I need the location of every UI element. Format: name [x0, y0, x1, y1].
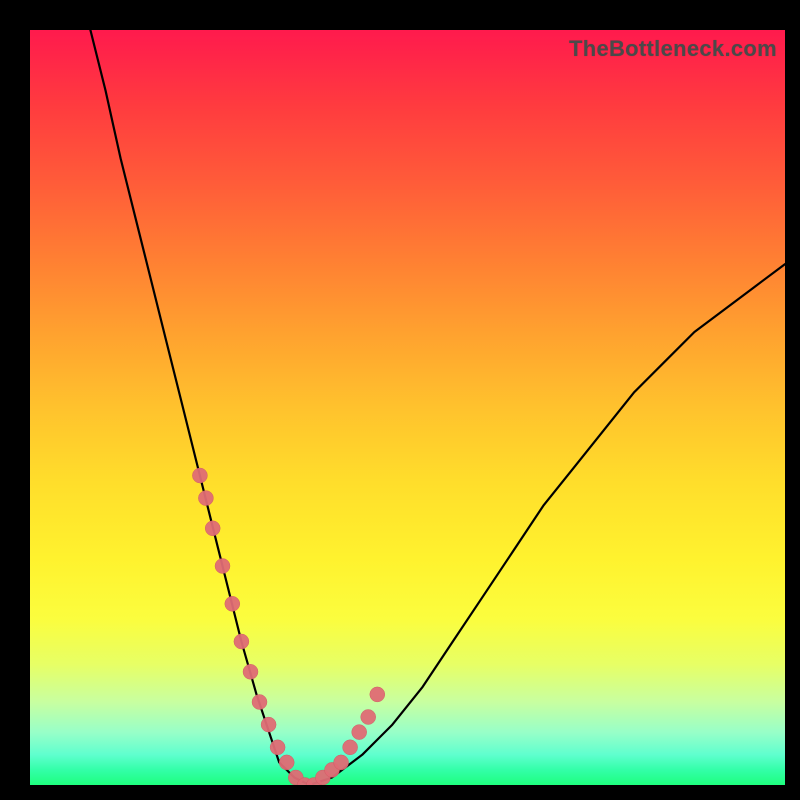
- curve-marker: [343, 740, 358, 755]
- curve-marker: [279, 755, 294, 770]
- curve-marker: [215, 559, 230, 574]
- curve-marker: [198, 491, 213, 506]
- curve-marker: [252, 695, 267, 710]
- curve-marker: [225, 596, 240, 611]
- curve-marker: [352, 725, 367, 740]
- chart-frame: TheBottleneck.com: [0, 0, 800, 800]
- curve-marker: [361, 710, 376, 725]
- curve-marker: [243, 664, 258, 679]
- marker-group: [192, 468, 384, 785]
- curve-marker: [334, 755, 349, 770]
- curve-layer: [30, 30, 785, 785]
- curve-marker: [370, 687, 385, 702]
- curve-marker: [234, 634, 249, 649]
- bottleneck-curve: [90, 30, 785, 785]
- curve-marker: [205, 521, 220, 536]
- curve-marker: [261, 717, 276, 732]
- curve-marker: [192, 468, 207, 483]
- watermark-text: TheBottleneck.com: [569, 36, 777, 62]
- curve-marker: [270, 740, 285, 755]
- plot-area: TheBottleneck.com: [30, 30, 785, 785]
